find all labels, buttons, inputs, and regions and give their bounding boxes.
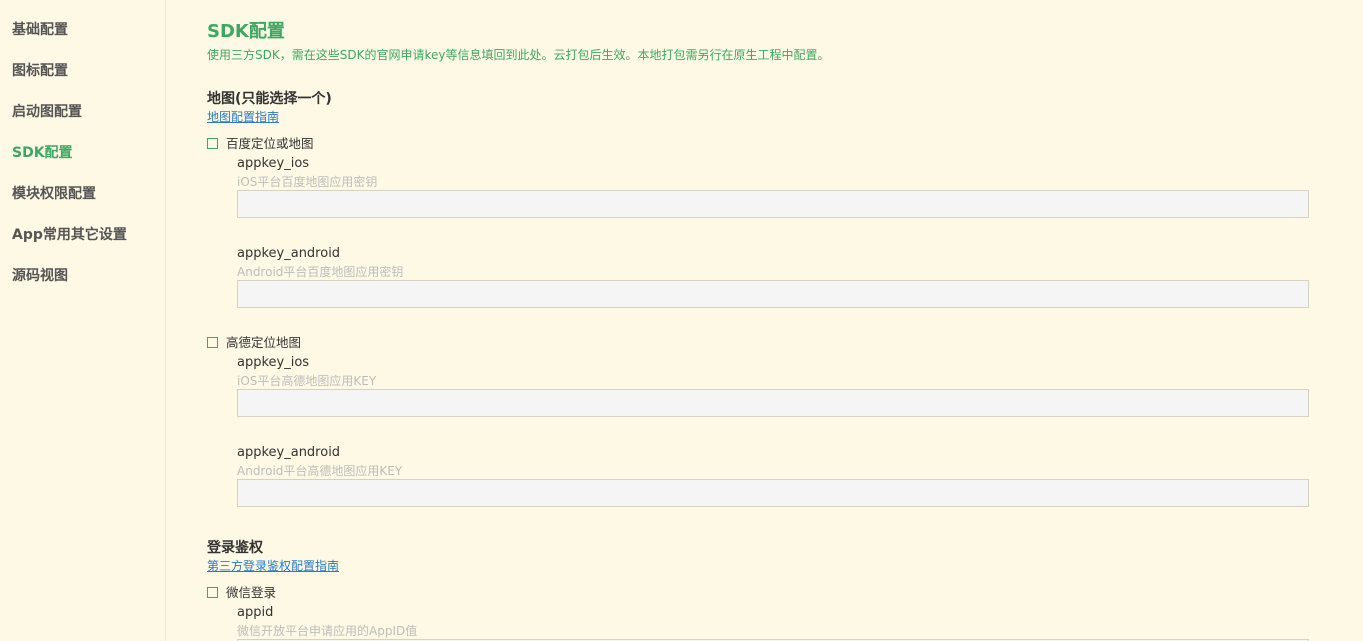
sidebar: 基础配置 图标配置 启动图配置 SDK配置 模块权限配置 App常用其它设置 源… [0,0,166,641]
gaode-appkey-ios-hint: iOS平台高德地图应用KEY [237,374,377,388]
sidebar-item-source-view[interactable]: 源码视图 [12,266,68,286]
baidu-appkey-ios-label: appkey_ios [237,156,310,171]
gaode-appkey-ios-input[interactable] [237,389,1309,417]
baidu-appkey-android-label: appkey_android [237,246,341,261]
login-section-title: 登录鉴权 [207,540,263,556]
wechat-login-checkbox[interactable] [207,587,218,598]
sidebar-item-sdk-config[interactable]: SDK配置 [12,143,73,163]
wechat-appid-hint: 微信开放平台申请应用的AppID值 [237,624,418,638]
gaode-map-label: 高德定位地图 [226,335,302,350]
map-guide-link[interactable]: 地图配置指南 [207,109,279,125]
page-description: 使用三方SDK，需在这些SDK的官网申请key等信息填回到此处。云打包后生效。本… [207,48,830,62]
gaode-appkey-android-label: appkey_android [237,445,341,460]
sidebar-item-module-permissions[interactable]: 模块权限配置 [12,184,96,204]
wechat-login-checkbox-row[interactable]: 微信登录 [207,585,276,601]
sidebar-item-app-other-settings[interactable]: App常用其它设置 [12,225,127,245]
baidu-appkey-ios-input[interactable] [237,190,1309,218]
map-section-title: 地图(只能选择一个) [207,91,332,107]
gaode-appkey-ios-label: appkey_ios [237,355,310,370]
sidebar-item-splash-config[interactable]: 启动图配置 [12,102,82,122]
baidu-map-checkbox[interactable] [207,138,218,149]
page-title: SDK配置 [207,21,285,42]
gaode-map-checkbox[interactable] [207,337,218,348]
gaode-appkey-android-hint: Android平台高德地图应用KEY [237,464,403,478]
login-guide-link[interactable]: 第三方登录鉴权配置指南 [207,558,339,574]
main-content: SDK配置 使用三方SDK，需在这些SDK的官网申请key等信息填回到此处。云打… [207,0,1317,641]
gaode-appkey-android-input[interactable] [237,479,1309,507]
wechat-login-label: 微信登录 [226,585,277,600]
baidu-appkey-ios-hint: iOS平台百度地图应用密钥 [237,175,378,189]
baidu-appkey-android-hint: Android平台百度地图应用密钥 [237,265,404,279]
baidu-map-label: 百度定位或地图 [226,136,314,151]
baidu-appkey-android-input[interactable] [237,280,1309,308]
sidebar-item-basic-config[interactable]: 基础配置 [12,20,68,40]
sidebar-item-icon-config[interactable]: 图标配置 [12,61,68,81]
app-window: 基础配置 图标配置 启动图配置 SDK配置 模块权限配置 App常用其它设置 源… [0,0,1363,641]
wechat-appid-label: appid [237,605,274,620]
baidu-map-checkbox-row[interactable]: 百度定位或地图 [207,136,314,152]
gaode-map-checkbox-row[interactable]: 高德定位地图 [207,335,301,351]
